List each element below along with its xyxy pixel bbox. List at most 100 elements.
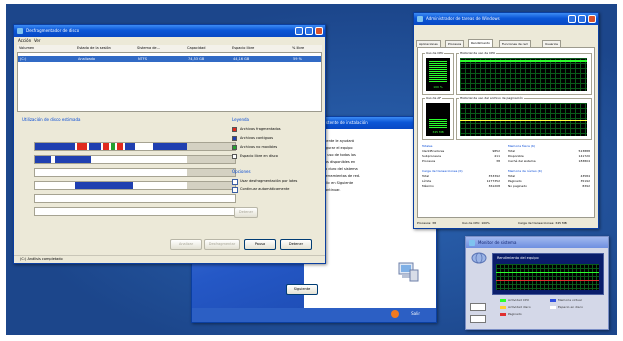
column-header[interactable]: % libre — [292, 46, 304, 50]
contiguous-swatch — [232, 136, 237, 141]
filesystem-cell: NTFS — [138, 57, 147, 61]
cpu-history-graph — [460, 58, 587, 91]
stat-value: 353392 — [488, 174, 500, 178]
exit-label[interactable]: Salir — [411, 311, 420, 316]
analyze-button[interactable]: Analizar — [170, 239, 202, 250]
computer-icon — [398, 262, 419, 282]
stat-value: 1277352 — [486, 179, 500, 183]
auto-checkbox[interactable] — [232, 187, 238, 193]
menu-item-action[interactable]: Acción — [18, 38, 31, 43]
percent-free-cell: 59 % — [293, 57, 302, 61]
pf-value: 345 MB — [432, 130, 444, 134]
stat-value: 141720 — [578, 154, 590, 158]
close-button[interactable] — [588, 15, 596, 23]
legend-space: Espacio en disco — [558, 305, 583, 309]
status-bar: (C:) Análisis completado — [14, 255, 325, 263]
performance-panel: Uso de CPU 100 % Historial de uso de CPU… — [417, 47, 595, 218]
stat-value: 38 — [496, 159, 500, 163]
stat-value: 8392 — [582, 184, 590, 188]
stat-label: Paginado — [508, 179, 522, 183]
disk-usage-panel: Utilización de disco estimada — [22, 117, 236, 235]
stat-value: 183804 — [578, 159, 590, 163]
unmovable-swatch — [232, 145, 237, 150]
menu-bar: Acción Ver — [14, 37, 325, 44]
paging-swatch — [500, 313, 506, 316]
pause-button[interactable]: Pausa — [244, 239, 276, 250]
pf-usage-label: Uso de AF — [425, 96, 443, 100]
cpu-value: 100 % — [433, 85, 443, 89]
stat-label: Máximo — [422, 184, 434, 188]
close-button[interactable] — [315, 27, 323, 35]
column-header[interactable]: Sistema de... — [137, 46, 160, 50]
menu-item-view[interactable]: Ver — [34, 38, 41, 43]
globe-icon — [471, 252, 487, 264]
wizard-bottom-bar: Salir — [192, 308, 436, 322]
pf-history-box: Historial de uso del archivo de paginaci… — [456, 96, 592, 140]
usage-bar-before — [34, 142, 236, 151]
scroll-button-down[interactable] — [470, 315, 486, 323]
stat-value: 411 — [494, 154, 500, 158]
stat-label: Total — [508, 174, 516, 178]
graph-title: Rendimiento del equipo — [497, 256, 539, 260]
commit-title: Carga de transacciones (K) — [422, 169, 463, 173]
stat-label: Total — [422, 174, 430, 178]
column-header[interactable]: Capacidad — [187, 46, 205, 50]
stat-label: Subprocesos — [422, 154, 442, 158]
cpu-meter: 100 % — [426, 58, 450, 91]
column-header[interactable]: Espacio libre — [232, 46, 254, 50]
defragment-button[interactable]: Desfragmentar — [204, 239, 240, 250]
batch-option-label: Usar desfragmentación por lotes — [240, 179, 298, 183]
stat-value: 9852 — [492, 149, 500, 153]
legend-vmem: Memoria virtual — [558, 298, 582, 302]
column-header[interactable]: Volumen — [19, 46, 34, 50]
pf-usage-box: Uso de AF 345 MB — [422, 96, 454, 140]
next-button[interactable]: Siguiente — [286, 284, 318, 295]
status-text: (C:) Análisis completado — [20, 257, 63, 261]
legend-disk: Actividad disco — [508, 305, 531, 309]
maximize-button[interactable] — [305, 27, 313, 35]
tab-users[interactable]: Usuarios — [542, 40, 561, 47]
stop-button-small[interactable]: Detener — [234, 207, 258, 218]
free-space-cell: 44,16 GB — [233, 57, 250, 61]
minimize-button[interactable] — [568, 15, 576, 23]
stop-button[interactable]: Detener — [280, 239, 312, 250]
tab-networking[interactable]: Funciones de red — [499, 40, 531, 47]
vmem-swatch — [550, 299, 556, 302]
physmem-title: Memoria física (K) — [508, 144, 536, 148]
defrag-app-icon — [17, 28, 23, 34]
fragmented-swatch — [232, 127, 237, 132]
defrag-title: Desfragmentador de disco — [26, 28, 80, 33]
stat-label: Identificadores — [422, 149, 445, 153]
maximize-button[interactable] — [578, 15, 586, 23]
capacity-cell: 74,53 GB — [188, 57, 205, 61]
system-monitor-window: Monitor de sistema Rendimiento del equip… — [465, 236, 609, 330]
defrag-title-bar[interactable]: Desfragmentador de disco — [14, 25, 325, 37]
legend-contiguous: Archivos contiguos — [240, 136, 274, 140]
cpu-usage-box: Uso de CPU 100 % — [422, 51, 454, 95]
tab-processes[interactable]: Procesos — [445, 40, 465, 47]
scroll-button-up[interactable] — [470, 303, 486, 311]
space-swatch — [550, 306, 556, 309]
monitor-title-bar[interactable]: Monitor de sistema — [466, 237, 608, 248]
cpu-swatch — [500, 299, 506, 302]
progress-track — [34, 168, 236, 177]
free-space-swatch — [232, 154, 237, 159]
status-commit: Carga de transacciones: 345 MB — [518, 221, 567, 225]
tab-performance[interactable]: Rendimiento — [468, 39, 493, 47]
cpu-history-label: Historial de uso de CPU — [459, 51, 497, 55]
minimize-button[interactable] — [295, 27, 303, 35]
taskmgr-title: Administrador de tareas de Windows — [426, 16, 500, 21]
exit-icon[interactable] — [391, 310, 399, 318]
stat-value: 361208 — [488, 184, 500, 188]
table-row[interactable]: (C:) Analizado NTFS 74,53 GB 44,16 GB 59… — [18, 56, 321, 62]
status-processes: Procesos: 38 — [417, 221, 436, 225]
pf-history-graph — [460, 103, 587, 136]
performance-graph — [496, 264, 599, 290]
kernel-title: Memoria de núcleo (K) — [508, 169, 542, 173]
legend-unmovable: Archivos no movibles — [240, 145, 278, 149]
column-header[interactable]: Estado de la sesión — [77, 46, 111, 50]
auto-option-label: Continuar automáticamente — [240, 187, 290, 191]
taskmgr-title-bar[interactable]: Administrador de tareas de Windows — [414, 13, 598, 25]
batch-checkbox[interactable] — [232, 179, 238, 185]
tab-applications[interactable]: Aplicaciones — [416, 40, 441, 47]
